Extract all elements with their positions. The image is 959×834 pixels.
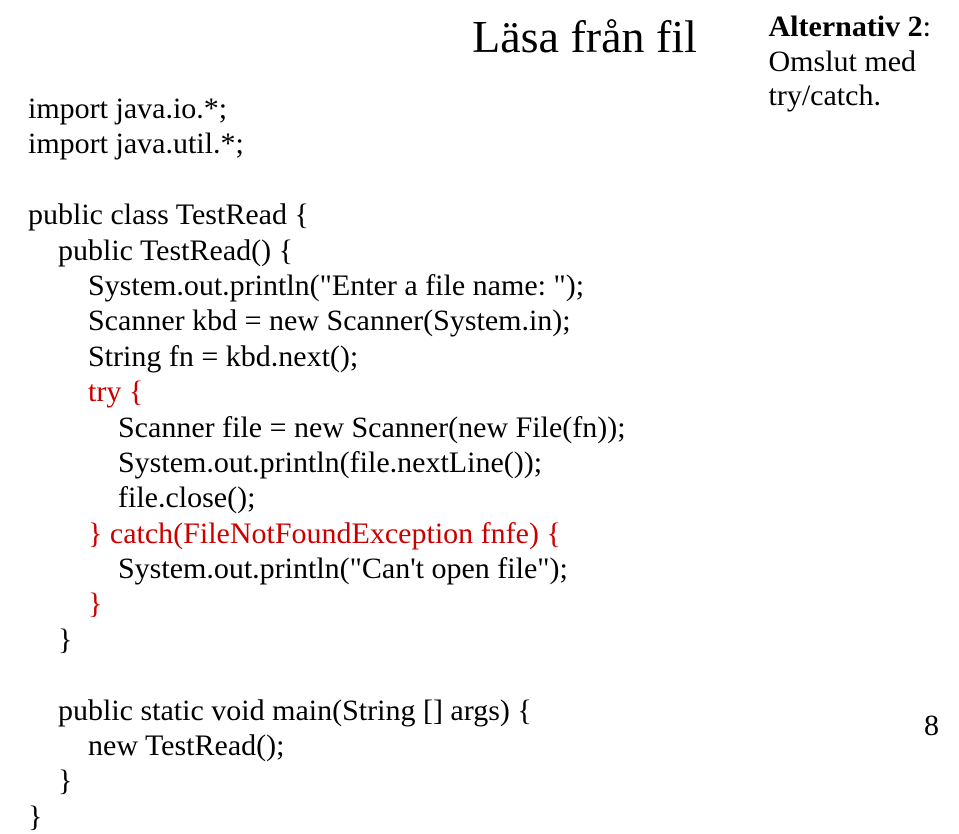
alternative-note: Alternativ 2: Omslut med try/catch. bbox=[769, 10, 931, 114]
code-line: Scanner file = new Scanner(new File(fn))… bbox=[28, 411, 626, 444]
code-line: import java.util.*; bbox=[28, 127, 244, 160]
code-line bbox=[28, 517, 88, 550]
code-line: Scanner kbd = new Scanner(System.in); bbox=[28, 304, 571, 337]
note-heading-rest: : bbox=[923, 10, 931, 43]
page-number: 8 bbox=[924, 709, 939, 743]
code-line: String fn = kbd.next(); bbox=[28, 340, 358, 373]
code-line: public class TestRead { bbox=[28, 198, 309, 231]
code-line: public static void main(String [] args) … bbox=[28, 694, 532, 727]
code-try: try { bbox=[88, 375, 143, 408]
code-line: file.close(); bbox=[28, 481, 255, 514]
code-line: System.out.println(file.nextLine()); bbox=[28, 446, 542, 479]
code-line: new TestRead(); bbox=[28, 729, 284, 762]
code-line: } bbox=[28, 623, 72, 656]
code-block: import java.io.*; import java.util.*; pu… bbox=[28, 91, 931, 834]
code-line: } bbox=[28, 764, 72, 797]
note-heading-bold: Alternativ 2 bbox=[769, 10, 923, 43]
code-close-brace: } bbox=[88, 587, 102, 620]
note-line-3: try/catch. bbox=[769, 79, 931, 114]
code-line bbox=[28, 375, 88, 408]
code-line: } bbox=[28, 800, 42, 833]
code-line: import java.io.*; bbox=[28, 92, 227, 125]
slide: Läsa från fil Alternativ 2: Omslut med t… bbox=[0, 0, 959, 751]
code-line bbox=[28, 587, 88, 620]
note-line-1: Alternativ 2: bbox=[769, 10, 931, 45]
note-line-2: Omslut med bbox=[769, 45, 931, 80]
code-catch: } catch(FileNotFoundException fnfe) { bbox=[88, 517, 561, 550]
code-line: public TestRead() { bbox=[28, 234, 293, 267]
code-line: System.out.println("Can't open file"); bbox=[28, 552, 568, 585]
code-line: System.out.println("Enter a file name: "… bbox=[28, 269, 584, 302]
